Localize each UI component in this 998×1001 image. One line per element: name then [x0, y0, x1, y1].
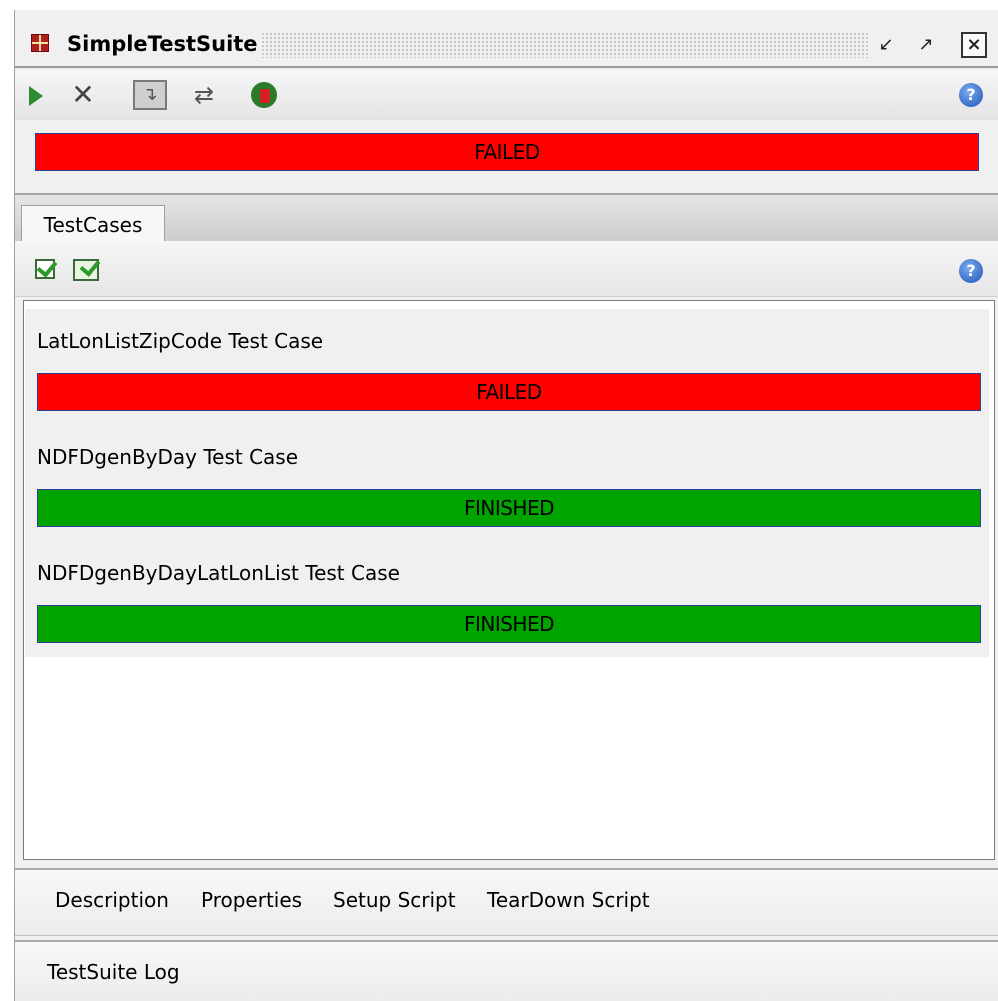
enable-testcase-icon[interactable]	[35, 259, 55, 279]
testcase-name: NDFDgenByDayLatLonList Test Case	[37, 561, 400, 585]
tab-properties[interactable]: Properties	[201, 886, 302, 914]
close-icon[interactable]: ×	[961, 32, 987, 58]
suite-progress-bar: FAILED	[35, 133, 979, 171]
tab-description[interactable]: Description	[55, 886, 169, 914]
parallel-icon[interactable]: ⇄	[189, 80, 219, 110]
cancel-icon[interactable]: ✕	[69, 80, 97, 110]
testcases-toolbar: ?	[15, 241, 998, 297]
testcase-list: LatLonListZipCode Test Case FAILED NDFDg…	[23, 300, 995, 860]
minimize-icon[interactable]: ↙	[873, 32, 899, 58]
tab-testcases[interactable]: TestCases	[21, 205, 165, 245]
testcase-progress-bar: FINISHED	[37, 605, 981, 643]
run-icon[interactable]	[29, 86, 43, 106]
testcase-name: LatLonListZipCode Test Case	[37, 329, 324, 353]
tab-setup-script[interactable]: Setup Script	[333, 886, 456, 914]
testcase-name: NDFDgenByDay Test Case	[37, 445, 299, 469]
test-suite-icon	[31, 34, 49, 52]
test-suite-window: SimpleTestSuite ↙ ↗ × ✕ ↴ ⇄ ? FAILED Tes…	[14, 10, 998, 1001]
testsuite-log-tab[interactable]: TestSuite Log	[47, 958, 180, 986]
testcase-progress-bar: FINISHED	[37, 489, 981, 527]
list-item[interactable]: NDFDgenByDayLatLonList Test Case FINISHE…	[25, 541, 989, 657]
maximize-icon[interactable]: ↗	[913, 32, 939, 58]
list-item[interactable]: NDFDgenByDay Test Case FINISHED	[25, 425, 989, 541]
bottom-tabs: Description Properties Setup Script Tear…	[15, 868, 998, 936]
enable-all-testcases-icon[interactable]	[73, 259, 99, 281]
window-title: SimpleTestSuite	[67, 32, 258, 56]
log-bar: TestSuite Log	[15, 940, 998, 1001]
list-item[interactable]: LatLonListZipCode Test Case FAILED	[25, 309, 989, 425]
tab-strip: TestCases	[15, 193, 998, 245]
help-icon[interactable]: ?	[959, 83, 983, 107]
loadtest-icon[interactable]	[249, 80, 281, 110]
testcase-progress-bar: FAILED	[37, 373, 981, 411]
title-bar: SimpleTestSuite ↙ ↗ ×	[15, 22, 998, 68]
tab-teardown-script[interactable]: TearDown Script	[487, 886, 650, 914]
title-drag-area[interactable]	[261, 32, 869, 58]
sequential-icon[interactable]: ↴	[133, 80, 167, 110]
testcases-help-icon[interactable]: ?	[959, 259, 983, 283]
main-toolbar: ✕ ↴ ⇄ ?	[15, 70, 998, 120]
